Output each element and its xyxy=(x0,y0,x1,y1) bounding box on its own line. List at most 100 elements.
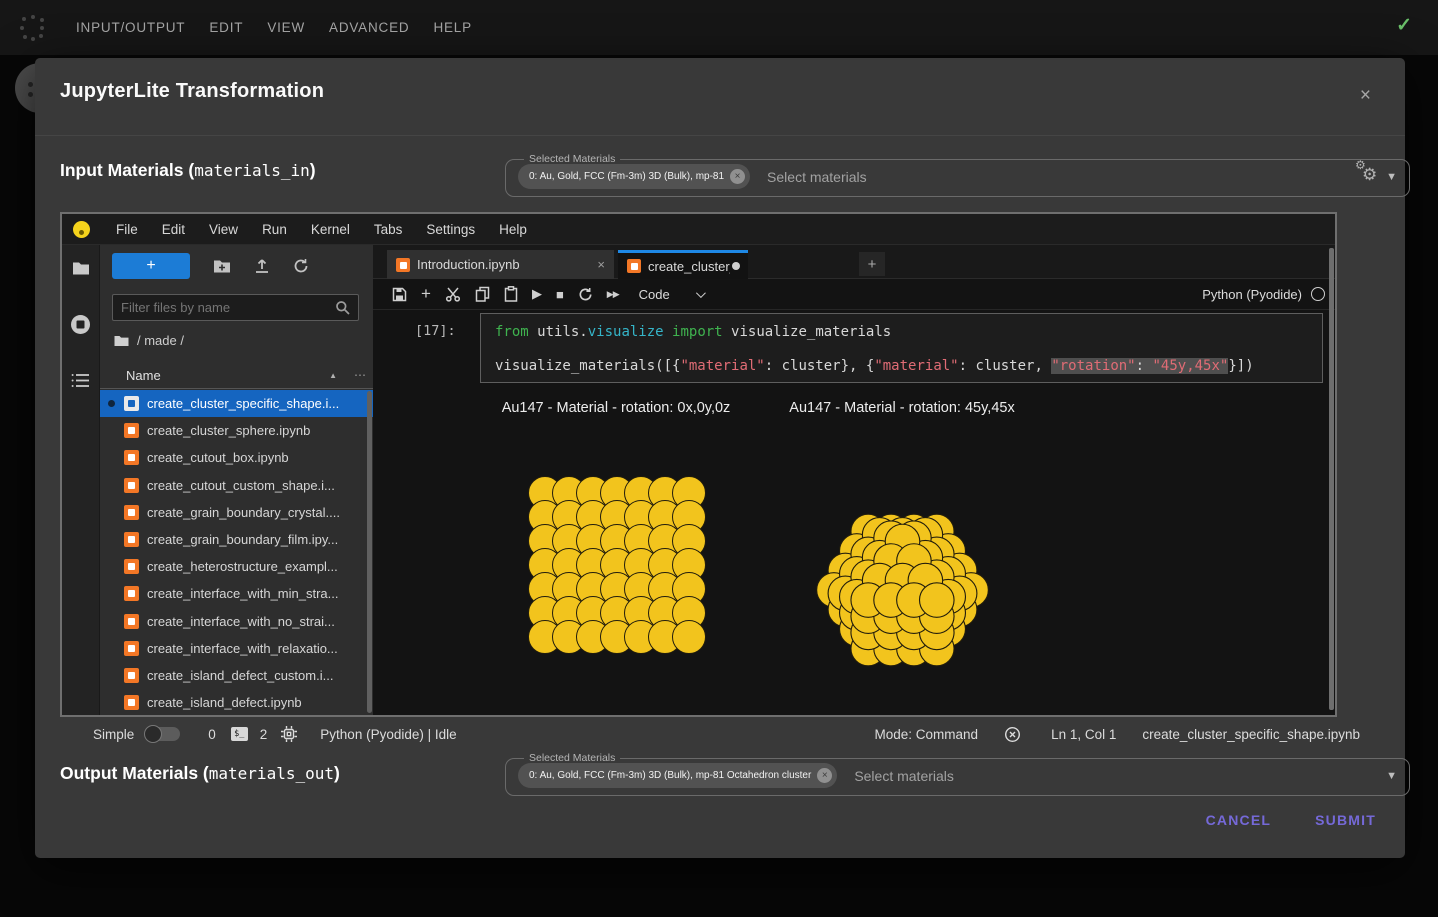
app-menu-advanced[interactable]: ADVANCED xyxy=(329,20,409,35)
file-row[interactable]: create_grain_boundary_crystal.... xyxy=(100,499,373,526)
file-browser-tab-icon[interactable] xyxy=(72,261,90,276)
file-name: create_grain_boundary_crystal.... xyxy=(147,505,340,520)
terminals-count: 0 xyxy=(208,727,216,742)
kernel-status-icon[interactable] xyxy=(1311,287,1325,301)
file-row[interactable]: create_grain_boundary_film.ipy... xyxy=(100,526,373,553)
notebook-scrollbar[interactable] xyxy=(1329,248,1334,710)
submit-button[interactable]: SUBMIT xyxy=(1315,812,1376,828)
kernel-status-text: Python (Pyodide) | Idle xyxy=(320,727,456,742)
kernel-name[interactable]: Python (Pyodide) xyxy=(1202,287,1302,302)
jp-menu-file[interactable]: File xyxy=(104,222,150,237)
tab-introduction[interactable]: Introduction.ipynb × xyxy=(387,250,614,279)
column-options-icon[interactable]: ⋯ xyxy=(354,368,367,382)
file-name: create_cutout_box.ipynb xyxy=(147,450,289,465)
tab-create-cluster-specific-shape[interactable]: create_cluster_specific_sha xyxy=(618,250,748,279)
input-materials-select[interactable]: Selected Materials 0: Au, Gold, FCC (Fm-… xyxy=(505,153,1410,197)
notebook-file-icon xyxy=(124,505,139,520)
code-cell[interactable]: from utils.visualize import visualize_ma… xyxy=(480,313,1323,383)
simple-mode-toggle[interactable] xyxy=(146,727,180,741)
dropdown-caret-icon[interactable]: ▼ xyxy=(1386,770,1397,782)
add-cell-icon[interactable]: + xyxy=(421,284,431,304)
app-menu-help[interactable]: HELP xyxy=(433,20,471,35)
kernel-sessions-icon xyxy=(281,726,297,742)
save-icon[interactable] xyxy=(392,287,407,302)
paste-cells-icon[interactable] xyxy=(504,286,518,302)
folder-icon xyxy=(114,335,129,347)
restart-run-all-icon[interactable]: ▶▶ xyxy=(607,289,619,300)
refresh-icon[interactable] xyxy=(293,258,309,274)
running-dot-empty xyxy=(108,482,115,489)
app-menu-view[interactable]: VIEW xyxy=(267,20,305,35)
tab-close-icon[interactable]: × xyxy=(597,257,605,272)
cancel-button[interactable]: CANCEL xyxy=(1206,812,1272,828)
statusbar-filename: create_cluster_specific_shape.ipynb xyxy=(1142,727,1360,742)
cursor-position[interactable]: Ln 1, Col 1 xyxy=(1051,727,1116,742)
new-folder-icon[interactable] xyxy=(213,259,231,274)
jp-menu-settings[interactable]: Settings xyxy=(414,222,487,237)
copy-cells-icon[interactable] xyxy=(475,286,490,302)
jp-menu-tabs[interactable]: Tabs xyxy=(362,222,415,237)
notebook-file-icon xyxy=(124,668,139,683)
chip-remove-icon[interactable]: × xyxy=(817,768,832,783)
notebook-toolbar: + ▶ ■ xyxy=(373,279,1335,310)
jp-menu-view[interactable]: View xyxy=(197,222,250,237)
dropdown-caret-icon[interactable]: ▼ xyxy=(1386,171,1397,183)
output-caption-right: Au147 - Material - rotation: 45y,45x xyxy=(742,400,1062,416)
restart-kernel-icon[interactable] xyxy=(578,287,593,302)
file-list-scrollbar[interactable] xyxy=(367,391,372,713)
cut-cells-icon[interactable] xyxy=(445,286,461,302)
command-mode-indicator[interactable]: Mode: Command xyxy=(875,727,979,742)
file-row[interactable]: create_interface_with_no_strai... xyxy=(100,608,373,635)
dialog-title: JupyterLite Transformation xyxy=(60,80,324,103)
jp-menu-kernel[interactable]: Kernel xyxy=(299,222,362,237)
running-sessions-icon[interactable] xyxy=(70,314,91,335)
materials-out-code: materials_out xyxy=(209,764,334,783)
sort-ascending-icon[interactable]: ▲ xyxy=(329,371,337,380)
select-materials-placeholder[interactable]: Select materials xyxy=(854,768,954,784)
breadcrumb[interactable]: / made / xyxy=(114,333,184,348)
notebook-file-icon xyxy=(124,559,139,574)
dialog-actions: CANCEL SUBMIT xyxy=(1206,812,1376,828)
file-row[interactable]: create_interface_with_relaxatio... xyxy=(100,635,373,662)
run-cell-icon[interactable]: ▶ xyxy=(532,286,542,302)
chip-remove-icon[interactable]: × xyxy=(730,169,745,184)
app-logo-icon[interactable] xyxy=(20,15,46,41)
jp-menu-edit[interactable]: Edit xyxy=(150,222,197,237)
filter-files-field[interactable] xyxy=(113,300,335,315)
file-row[interactable]: create_island_defect.ipynb xyxy=(100,689,373,716)
material-chip[interactable]: 0: Au, Gold, FCC (Fm-3m) 3D (Bulk), mp-8… xyxy=(518,164,750,189)
file-name: create_interface_with_relaxatio... xyxy=(147,641,338,656)
file-row[interactable]: create_cutout_box.ipynb xyxy=(100,444,373,471)
notebook-file-icon xyxy=(627,259,641,273)
table-of-contents-icon[interactable] xyxy=(71,373,90,388)
upload-icon[interactable] xyxy=(254,258,270,274)
materials-in-code: materials_in xyxy=(194,161,310,180)
app-menu-edit[interactable]: EDIT xyxy=(209,20,243,35)
select-materials-placeholder[interactable]: Select materials xyxy=(767,169,867,185)
name-column-header[interactable]: Name xyxy=(126,368,161,383)
running-dot-empty xyxy=(108,454,115,461)
cell-type-caret-icon[interactable] xyxy=(696,288,706,298)
close-icon[interactable]: × xyxy=(1360,86,1371,105)
file-row[interactable]: create_island_defect_custom.i... xyxy=(100,662,373,689)
filter-files-input[interactable] xyxy=(112,294,359,321)
file-list-header[interactable]: Name ▲ ⋯ xyxy=(100,362,373,389)
running-dot-empty xyxy=(108,618,115,625)
file-row[interactable]: create_cluster_sphere.ipynb xyxy=(100,417,373,444)
new-tab-button[interactable]: + xyxy=(859,252,885,276)
jp-menu-run[interactable]: Run xyxy=(250,222,299,237)
output-materials-select[interactable]: Selected Materials 0: Au, Gold, FCC (Fm-… xyxy=(505,752,1410,796)
file-row[interactable]: create_heterostructure_exampl... xyxy=(100,553,373,580)
cell-type-select[interactable]: Code xyxy=(639,287,670,302)
app-menu-input-output[interactable]: INPUT/OUTPUT xyxy=(76,20,185,35)
output-materials-label: Output Materials (materials_out) xyxy=(60,763,340,784)
stop-kernel-icon[interactable]: ■ xyxy=(556,287,564,302)
new-launcher-button[interactable]: + xyxy=(112,253,190,279)
material-chip[interactable]: 0: Au, Gold, FCC (Fm-3m) 3D (Bulk), mp-8… xyxy=(518,763,837,788)
jp-menu-help[interactable]: Help xyxy=(487,222,539,237)
file-row[interactable]: create_cluster_specific_shape.i... xyxy=(100,390,373,417)
notebook-file-icon xyxy=(124,586,139,601)
file-row[interactable]: create_cutout_custom_shape.i... xyxy=(100,472,373,499)
running-dot-empty xyxy=(108,563,115,570)
file-row[interactable]: create_interface_with_min_stra... xyxy=(100,580,373,607)
